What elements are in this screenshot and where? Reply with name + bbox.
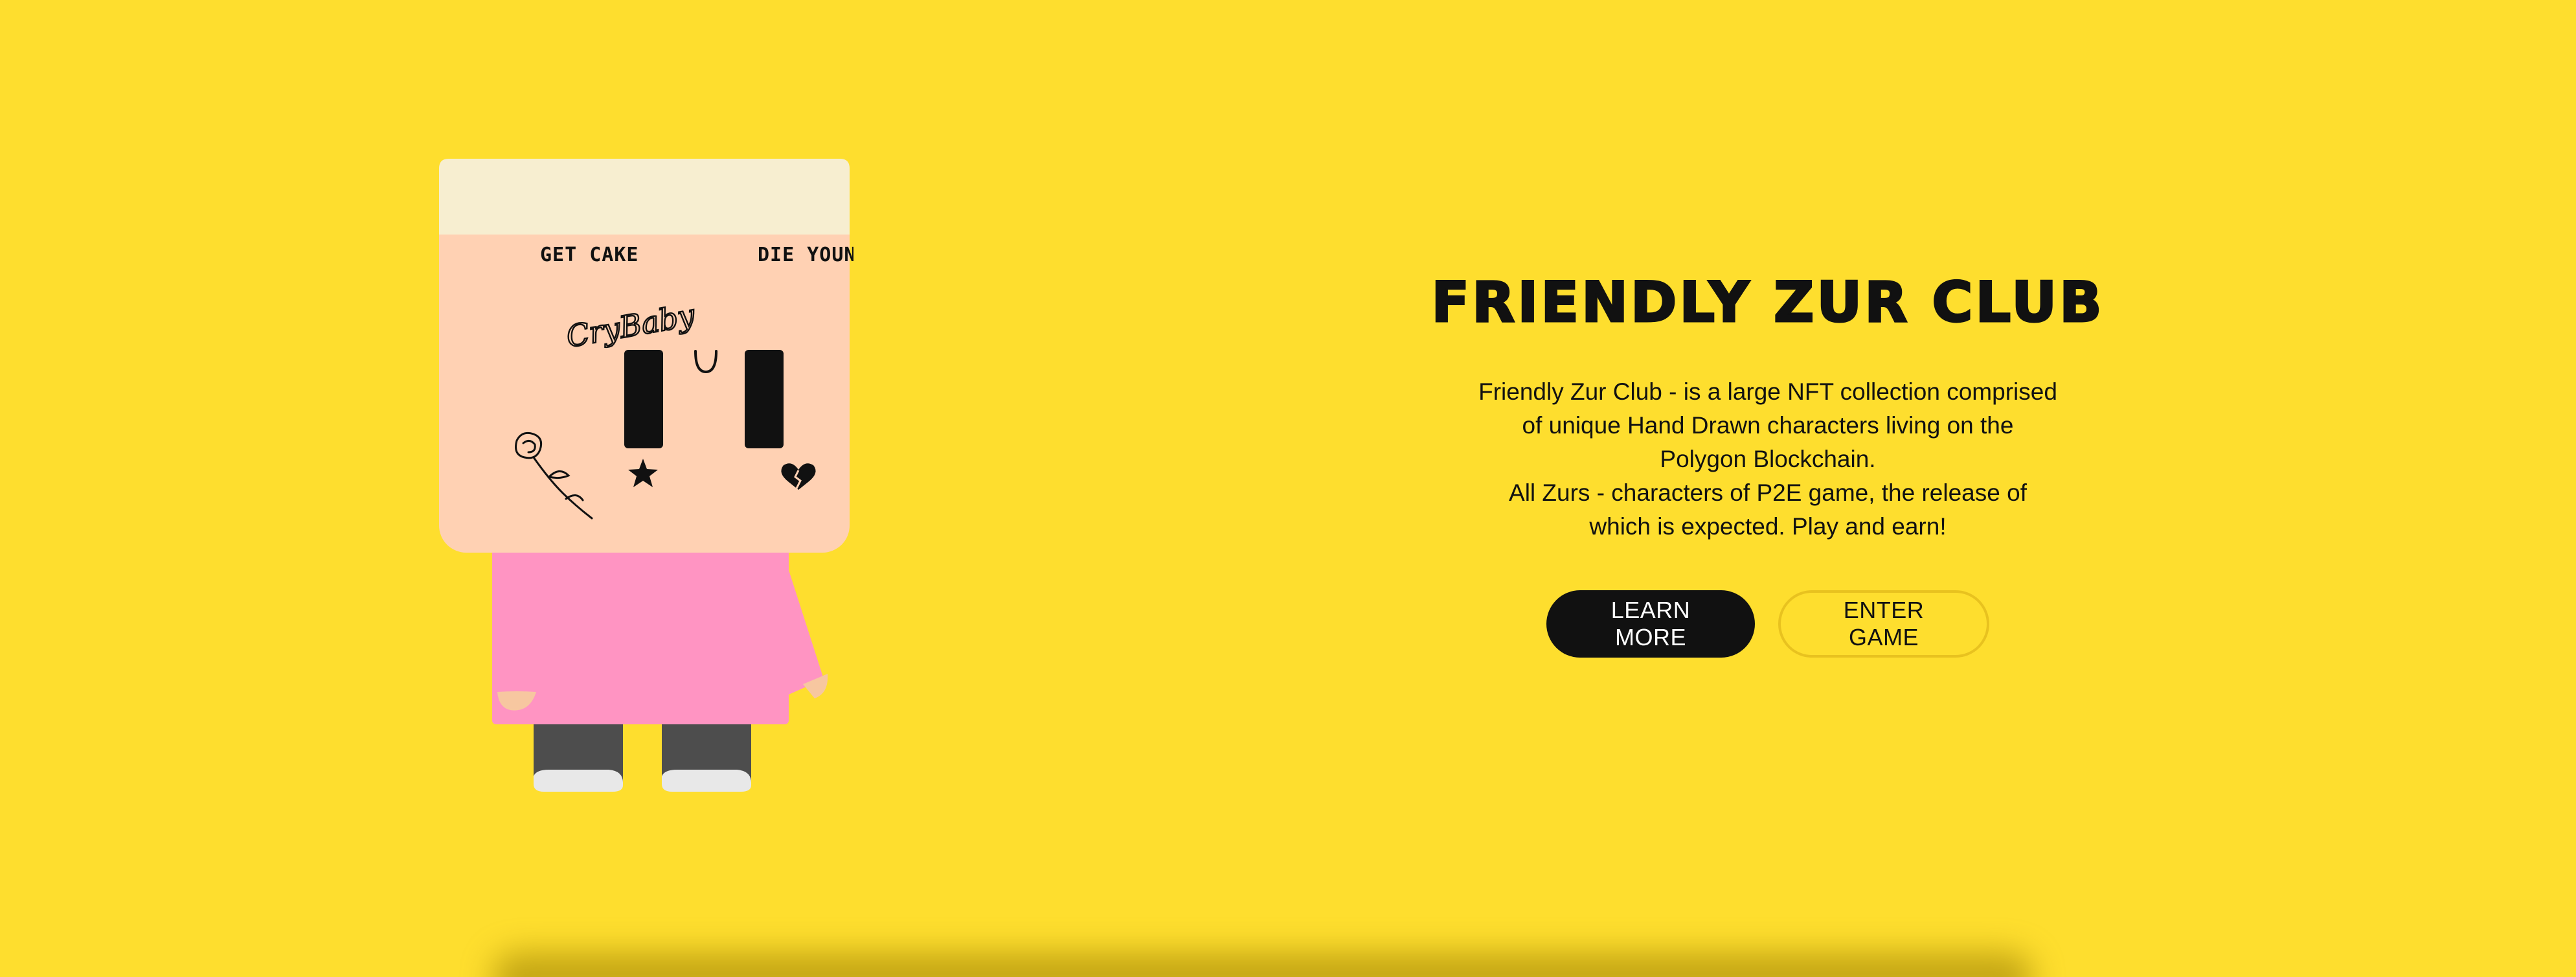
next-section-shadow (492, 952, 2033, 977)
hero-description-line-1: Friendly Zur Club - is a large NFT colle… (1478, 378, 2057, 472)
zur-character-illustration: GET CAKE DIE YOUNG CryBaby (439, 155, 853, 810)
tattoo-left-text: GET CAKE (540, 244, 639, 266)
hero-section: GET CAKE DIE YOUNG CryBaby (0, 0, 2576, 977)
hero-buttons: LEARN MORE ENTER GAME (1425, 590, 2111, 658)
enter-game-button[interactable]: ENTER GAME (1778, 590, 1989, 658)
hero-description-line-2: All Zurs - characters of P2E game, the r… (1509, 479, 2027, 540)
page-title: FRIENDLY ZUR CLUB (1430, 270, 2105, 335)
hero-content: FRIENDLY ZUR CLUB Friendly Zur Club - is… (1425, 270, 2111, 658)
character-head: GET CAKE DIE YOUNG CryBaby (439, 159, 853, 553)
tattoo-right-text: DIE YOUNG (758, 244, 853, 266)
hero-description: Friendly Zur Club - is a large NFT colle… (1476, 375, 2059, 544)
character-shirt (492, 544, 828, 724)
learn-more-button[interactable]: LEARN MORE (1546, 590, 1755, 658)
